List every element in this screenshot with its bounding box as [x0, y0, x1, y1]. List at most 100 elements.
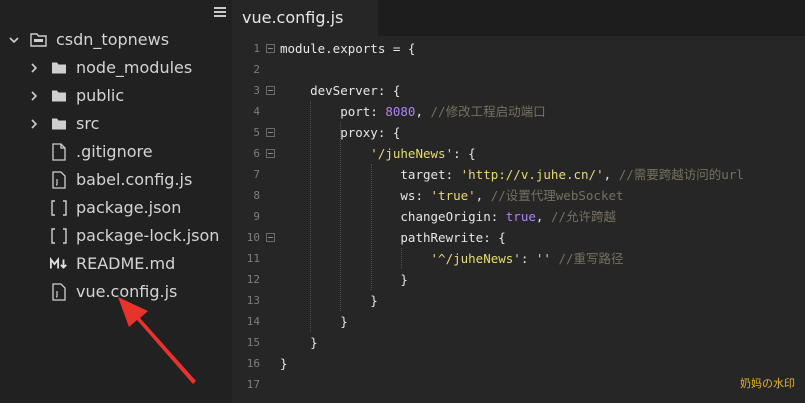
tree-item-readme-md[interactable]: README.md [28, 251, 175, 277]
code-line[interactable]: 3 devServer: { [232, 80, 805, 101]
code-editor: vue.config.js 1 module.exports = { 2 3 devS… [232, 0, 805, 403]
line-number: 3 [253, 84, 260, 97]
json-file-icon [50, 199, 68, 217]
code-line[interactable]: 9 changeOrigin: true, //允许跨越 [232, 206, 805, 227]
code-token: , [415, 104, 431, 119]
chevron-right-icon[interactable] [28, 90, 40, 102]
code-line[interactable]: 7 target: 'http://v.juhe.cn/', //需要跨越访问的… [232, 164, 805, 185]
tree-item-babel-config-js[interactable]: babel.config.js [28, 167, 192, 193]
code-text: module.exports = { [280, 38, 415, 59]
code-line[interactable]: 5 proxy: { [232, 122, 805, 143]
code-line[interactable]: 12 } [232, 269, 805, 290]
code-token: //需要跨越访问的url [618, 167, 744, 182]
code-text: } [280, 353, 288, 374]
code-line[interactable]: 8 ws: 'true', //设置代理webSocket [232, 185, 805, 206]
line-number: 6 [253, 147, 260, 160]
code-token: : { [453, 146, 476, 161]
line-number: 9 [253, 210, 260, 223]
code-token: pathRewrite: { [280, 230, 506, 245]
folder-icon [50, 87, 68, 105]
tree-item-label: .gitignore [76, 142, 153, 161]
code-line[interactable]: 15 } [232, 332, 805, 353]
indent-guide [340, 122, 342, 311]
code-text: changeOrigin: true, //允许跨越 [280, 206, 616, 227]
code-line[interactable]: 11 '^/juheNews': '' //重写路径 [232, 248, 805, 269]
code-token: 'true' [430, 188, 476, 203]
file-icon [50, 143, 68, 161]
tree-item-label: package-lock.json [76, 226, 220, 245]
tab-vue-config[interactable]: vue.config.js [232, 0, 378, 36]
tree-item-package-json[interactable]: package.json [28, 195, 181, 221]
tree-item-package-lock-json[interactable]: package-lock.json [28, 223, 219, 249]
code-line[interactable]: 6 '/juheNews': { [232, 143, 805, 164]
json-file-icon [50, 227, 68, 245]
code-text: } [280, 269, 408, 290]
code-text: target: 'http://v.juhe.cn/', //需要跨越访问的ur… [280, 164, 744, 185]
line-number: 13 [246, 294, 260, 307]
code-token: } [280, 293, 378, 308]
code-line[interactable]: 14 } [232, 311, 805, 332]
code-line[interactable]: 17 [232, 374, 805, 395]
tree-item-public[interactable]: public [28, 83, 124, 109]
code-token: } [280, 272, 408, 287]
code-line[interactable]: 16} [232, 353, 805, 374]
code-line[interactable]: 2 [232, 59, 805, 80]
chevron-down-icon[interactable] [8, 34, 20, 46]
markdown-icon [50, 255, 68, 273]
tree-item--gitignore[interactable]: .gitignore [28, 139, 153, 165]
tree-root-folder[interactable]: csdn_topnews [8, 27, 169, 53]
line-number: 1 [253, 42, 260, 55]
code-line[interactable]: 13 } [232, 290, 805, 311]
tree-item-vue-config-js[interactable]: vue.config.js [28, 279, 177, 305]
tree-item-label: src [76, 114, 100, 133]
code-token: : [520, 251, 536, 266]
code-text: devServer: { [280, 80, 400, 101]
line-number: 10 [246, 231, 260, 244]
fold-toggle-icon[interactable] [266, 44, 275, 53]
fold-toggle-icon[interactable] [266, 86, 275, 95]
file-explorer-sidebar: csdn_topnews node_modulespublic src .gitig… [0, 0, 232, 403]
indent-guide [370, 164, 372, 290]
code-token: } [280, 314, 348, 329]
js-file-icon [50, 283, 68, 301]
chevron-right-icon[interactable] [28, 118, 40, 130]
code-token: //修改工程启动端口 [430, 104, 546, 119]
code-line[interactable]: 10 pathRewrite: { [232, 227, 805, 248]
code-token: , [603, 167, 619, 182]
js-file-icon [50, 171, 68, 189]
code-token: true [505, 209, 536, 224]
line-number: 12 [246, 273, 260, 286]
tree-item-label: public [76, 86, 125, 105]
code-text: ws: 'true', //设置代理webSocket [280, 185, 623, 206]
code-text: '^/juheNews': '' //重写路径 [280, 248, 624, 269]
tree-item-src[interactable]: src [28, 111, 99, 137]
chevron-right-icon[interactable] [28, 62, 40, 74]
indent-guide [400, 248, 402, 269]
code-text: } [280, 311, 348, 332]
tree-root-label: csdn_topnews [56, 30, 170, 49]
code-token: 8080 [385, 104, 416, 119]
fold-toggle-icon[interactable] [266, 128, 275, 137]
code-line[interactable]: 1 module.exports = { [232, 38, 805, 59]
code-token: module.exports = { [280, 41, 416, 56]
tree-item-label: vue.config.js [76, 282, 178, 301]
line-number: 5 [253, 126, 260, 139]
fold-toggle-icon[interactable] [266, 149, 275, 158]
fold-toggle-icon[interactable] [266, 233, 275, 242]
code-line[interactable]: 4 port: 8080, //修改工程启动端口 [232, 101, 805, 122]
line-number: 2 [253, 63, 260, 76]
tree-item-node-modules[interactable]: node_modules [28, 55, 192, 81]
code-token: '/juheNews' [280, 146, 454, 161]
code-text: } [280, 290, 378, 311]
code-text: port: 8080, //修改工程启动端口 [280, 101, 546, 122]
line-number: 7 [253, 168, 260, 181]
code-token: } [280, 335, 318, 350]
hamburger-icon[interactable] [214, 7, 226, 19]
folder-icon [50, 115, 68, 133]
line-number: 8 [253, 189, 260, 202]
indent-guide [310, 101, 312, 332]
code-token: ws: [280, 188, 431, 203]
